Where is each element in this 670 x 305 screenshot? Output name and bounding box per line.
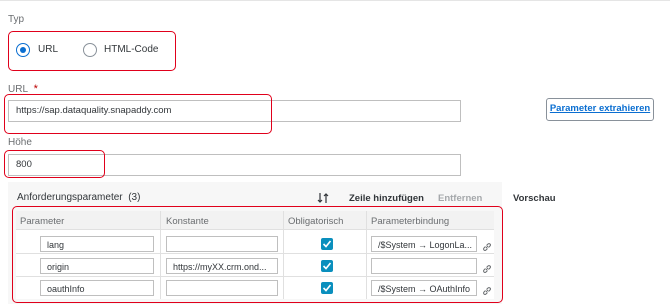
tab-preview[interactable]: Vorschau (513, 193, 556, 204)
table-highlight (12, 206, 503, 303)
add-row-button[interactable]: Zeile hinzufügen (349, 193, 424, 204)
radio-url[interactable] (16, 43, 30, 57)
sort-icon[interactable] (317, 191, 329, 203)
remove-button[interactable]: Entfernen (438, 193, 482, 204)
radio-url-label: URL (38, 44, 59, 55)
hoehe-label: Höhe (8, 137, 32, 148)
radio-html-code[interactable] (83, 43, 97, 57)
url-highlight (4, 94, 272, 134)
radio-html-code-label: HTML-Code (104, 44, 159, 55)
typ-label: Typ (8, 14, 25, 25)
parameters-title: Anforderungsparameter (3) (17, 192, 141, 203)
extract-parameters-button[interactable]: Parameter extrahieren (546, 98, 654, 121)
hoehe-highlight (4, 150, 105, 178)
top-divider (0, 0, 670, 1)
